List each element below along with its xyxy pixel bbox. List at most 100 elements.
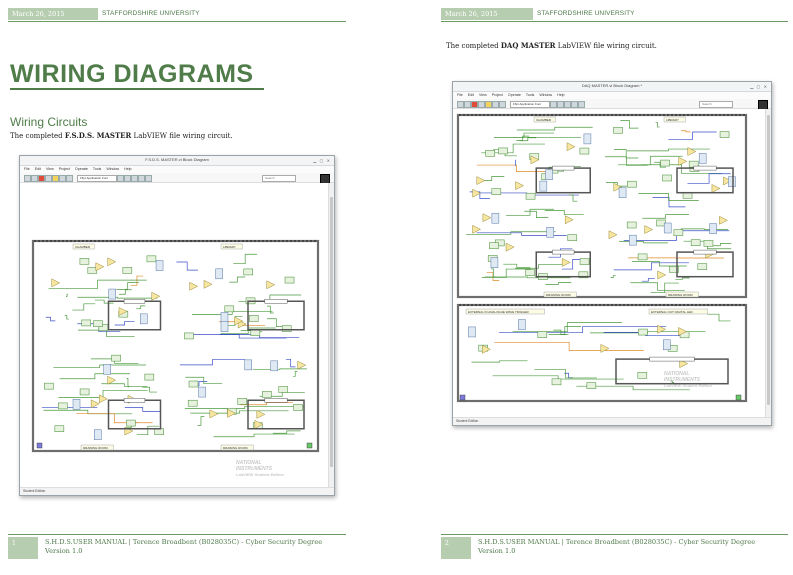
wire: [116, 282, 139, 290]
font-select[interactable]: 15pt Application Font: [510, 100, 550, 108]
align-icon[interactable]: [117, 175, 124, 182]
terminal-node: [662, 174, 672, 182]
page-footer: 1 S.H.D.S.USER MANUAL | Terence Broadben…: [8, 537, 345, 559]
compare-node: [719, 215, 728, 225]
block-diagram-svg: CHAMBER LIBRARY DRAWING ROOM DRAWING ROOM EX…: [456, 113, 748, 403]
wire: [641, 278, 655, 282]
menu-edit[interactable]: Edit: [35, 167, 41, 171]
frame-tick: [595, 304, 597, 306]
frame-tick: [499, 114, 501, 116]
frame-tick: [186, 240, 188, 242]
reorder-icon[interactable]: [138, 175, 145, 182]
highlight-execution-icon[interactable]: [485, 101, 492, 108]
window-controls[interactable]: ▁ ▢ ✕: [313, 158, 331, 163]
run-arrow-icon[interactable]: [457, 101, 464, 108]
resize-icon[interactable]: [131, 175, 138, 182]
frame-tick: [110, 240, 112, 242]
frame-tick: [723, 114, 725, 116]
window-titlebar[interactable]: F.S.D.S. MASTER.vi Block Diagram ▁ ▢ ✕: [20, 156, 334, 166]
frame-tick: [182, 240, 184, 242]
run-continuous-icon[interactable]: [31, 175, 38, 182]
loop-iteration-terminal: [36, 442, 43, 449]
vertical-scrollbar[interactable]: [765, 109, 771, 418]
resize-icon[interactable]: [564, 101, 571, 108]
run-continuous-icon[interactable]: [464, 101, 471, 108]
frame-tick: [98, 240, 100, 242]
menu-edit[interactable]: Edit: [468, 93, 474, 97]
wire: [524, 210, 549, 218]
reorder-icon[interactable]: [571, 101, 578, 108]
terminal-node: [690, 239, 701, 246]
highlight-execution-icon[interactable]: [52, 175, 59, 182]
frame-tick: [479, 304, 481, 306]
distribute-icon[interactable]: [124, 175, 131, 182]
pause-icon[interactable]: [45, 175, 52, 182]
terminal-node: [485, 150, 495, 157]
labview-window-fsds: F.S.D.S. MASTER.vi Block Diagram ▁ ▢ ✕ F…: [19, 155, 335, 496]
indicator-node: [215, 268, 223, 280]
frame-tick: [611, 114, 613, 116]
step-over-icon[interactable]: [66, 175, 73, 182]
terminal-node: [613, 126, 623, 134]
step-icon[interactable]: [492, 101, 499, 108]
wire: [197, 416, 205, 426]
window-titlebar[interactable]: DAQ MASTER.vi Block Diagram * ▁ ▢ ✕: [453, 82, 771, 92]
frame-tick: [282, 240, 284, 242]
menu-project[interactable]: Project: [59, 167, 70, 171]
menu-operate[interactable]: Operate: [75, 167, 88, 171]
frame-tick: [583, 304, 585, 306]
menu-help[interactable]: Help: [124, 167, 131, 171]
indicator-node: [108, 288, 116, 300]
abort-icon[interactable]: [38, 175, 45, 182]
node-label-text: DRAWING ROOM: [223, 446, 248, 450]
pause-icon[interactable]: [478, 101, 485, 108]
window-controls[interactable]: ▁ ▢ ✕: [750, 84, 768, 89]
menu-file[interactable]: File: [457, 93, 463, 97]
frame-tick: [102, 240, 104, 242]
menu-project[interactable]: Project: [492, 93, 503, 97]
menu-view[interactable]: View: [46, 167, 54, 171]
wire: [64, 315, 69, 320]
search-input[interactable]: Search: [699, 100, 733, 108]
menu-file[interactable]: File: [24, 167, 30, 171]
menu-operate[interactable]: Operate: [508, 93, 521, 97]
case-selector: [693, 249, 717, 255]
frame-tick: [587, 304, 589, 306]
menu-tools[interactable]: Tools: [93, 167, 101, 171]
search-input[interactable]: Search: [262, 174, 296, 182]
frame-tick: [727, 114, 729, 116]
menu-help[interactable]: Help: [557, 93, 564, 97]
menu-window[interactable]: Window: [106, 167, 119, 171]
frame-tick: [467, 304, 469, 306]
caption-prefix: The completed: [446, 42, 501, 50]
wire: [72, 303, 96, 311]
frame-tick: [511, 304, 513, 306]
menu-tools[interactable]: Tools: [526, 93, 534, 97]
scrollbar-thumb[interactable]: [767, 115, 770, 405]
frame-tick: [627, 114, 629, 116]
run-arrow-icon[interactable]: [24, 175, 31, 182]
menu-view[interactable]: View: [479, 93, 487, 97]
align-icon[interactable]: [550, 101, 557, 108]
frame-tick: [150, 240, 152, 242]
distribute-icon[interactable]: [557, 101, 564, 108]
cleanup-icon[interactable]: [578, 101, 585, 108]
step-icon[interactable]: [59, 175, 66, 182]
step-over-icon[interactable]: [499, 101, 506, 108]
scrollbar-thumb[interactable]: [330, 197, 333, 467]
frame-tick: [535, 114, 537, 116]
block-diagram-canvas[interactable]: CHAMBER LIBRARY DRAWING ROOM DRAWING ROOM N…: [21, 183, 328, 488]
frame-tick: [711, 114, 713, 116]
vertical-scrollbar[interactable]: [328, 183, 334, 488]
block-diagram-canvas[interactable]: CHAMBER LIBRARY DRAWING ROOM DRAWING ROOM EX…: [454, 109, 765, 418]
frame-tick: [691, 114, 693, 116]
frame-tick: [475, 304, 477, 306]
font-select[interactable]: 15pt Application Font: [77, 174, 117, 182]
wire: [516, 135, 530, 141]
compare-node: [644, 225, 654, 234]
frame-tick: [86, 240, 88, 242]
menu-window[interactable]: Window: [539, 93, 552, 97]
abort-icon[interactable]: [471, 101, 478, 108]
cleanup-icon[interactable]: [145, 175, 152, 182]
window-title: DAQ MASTER.vi Block Diagram *: [581, 83, 643, 88]
